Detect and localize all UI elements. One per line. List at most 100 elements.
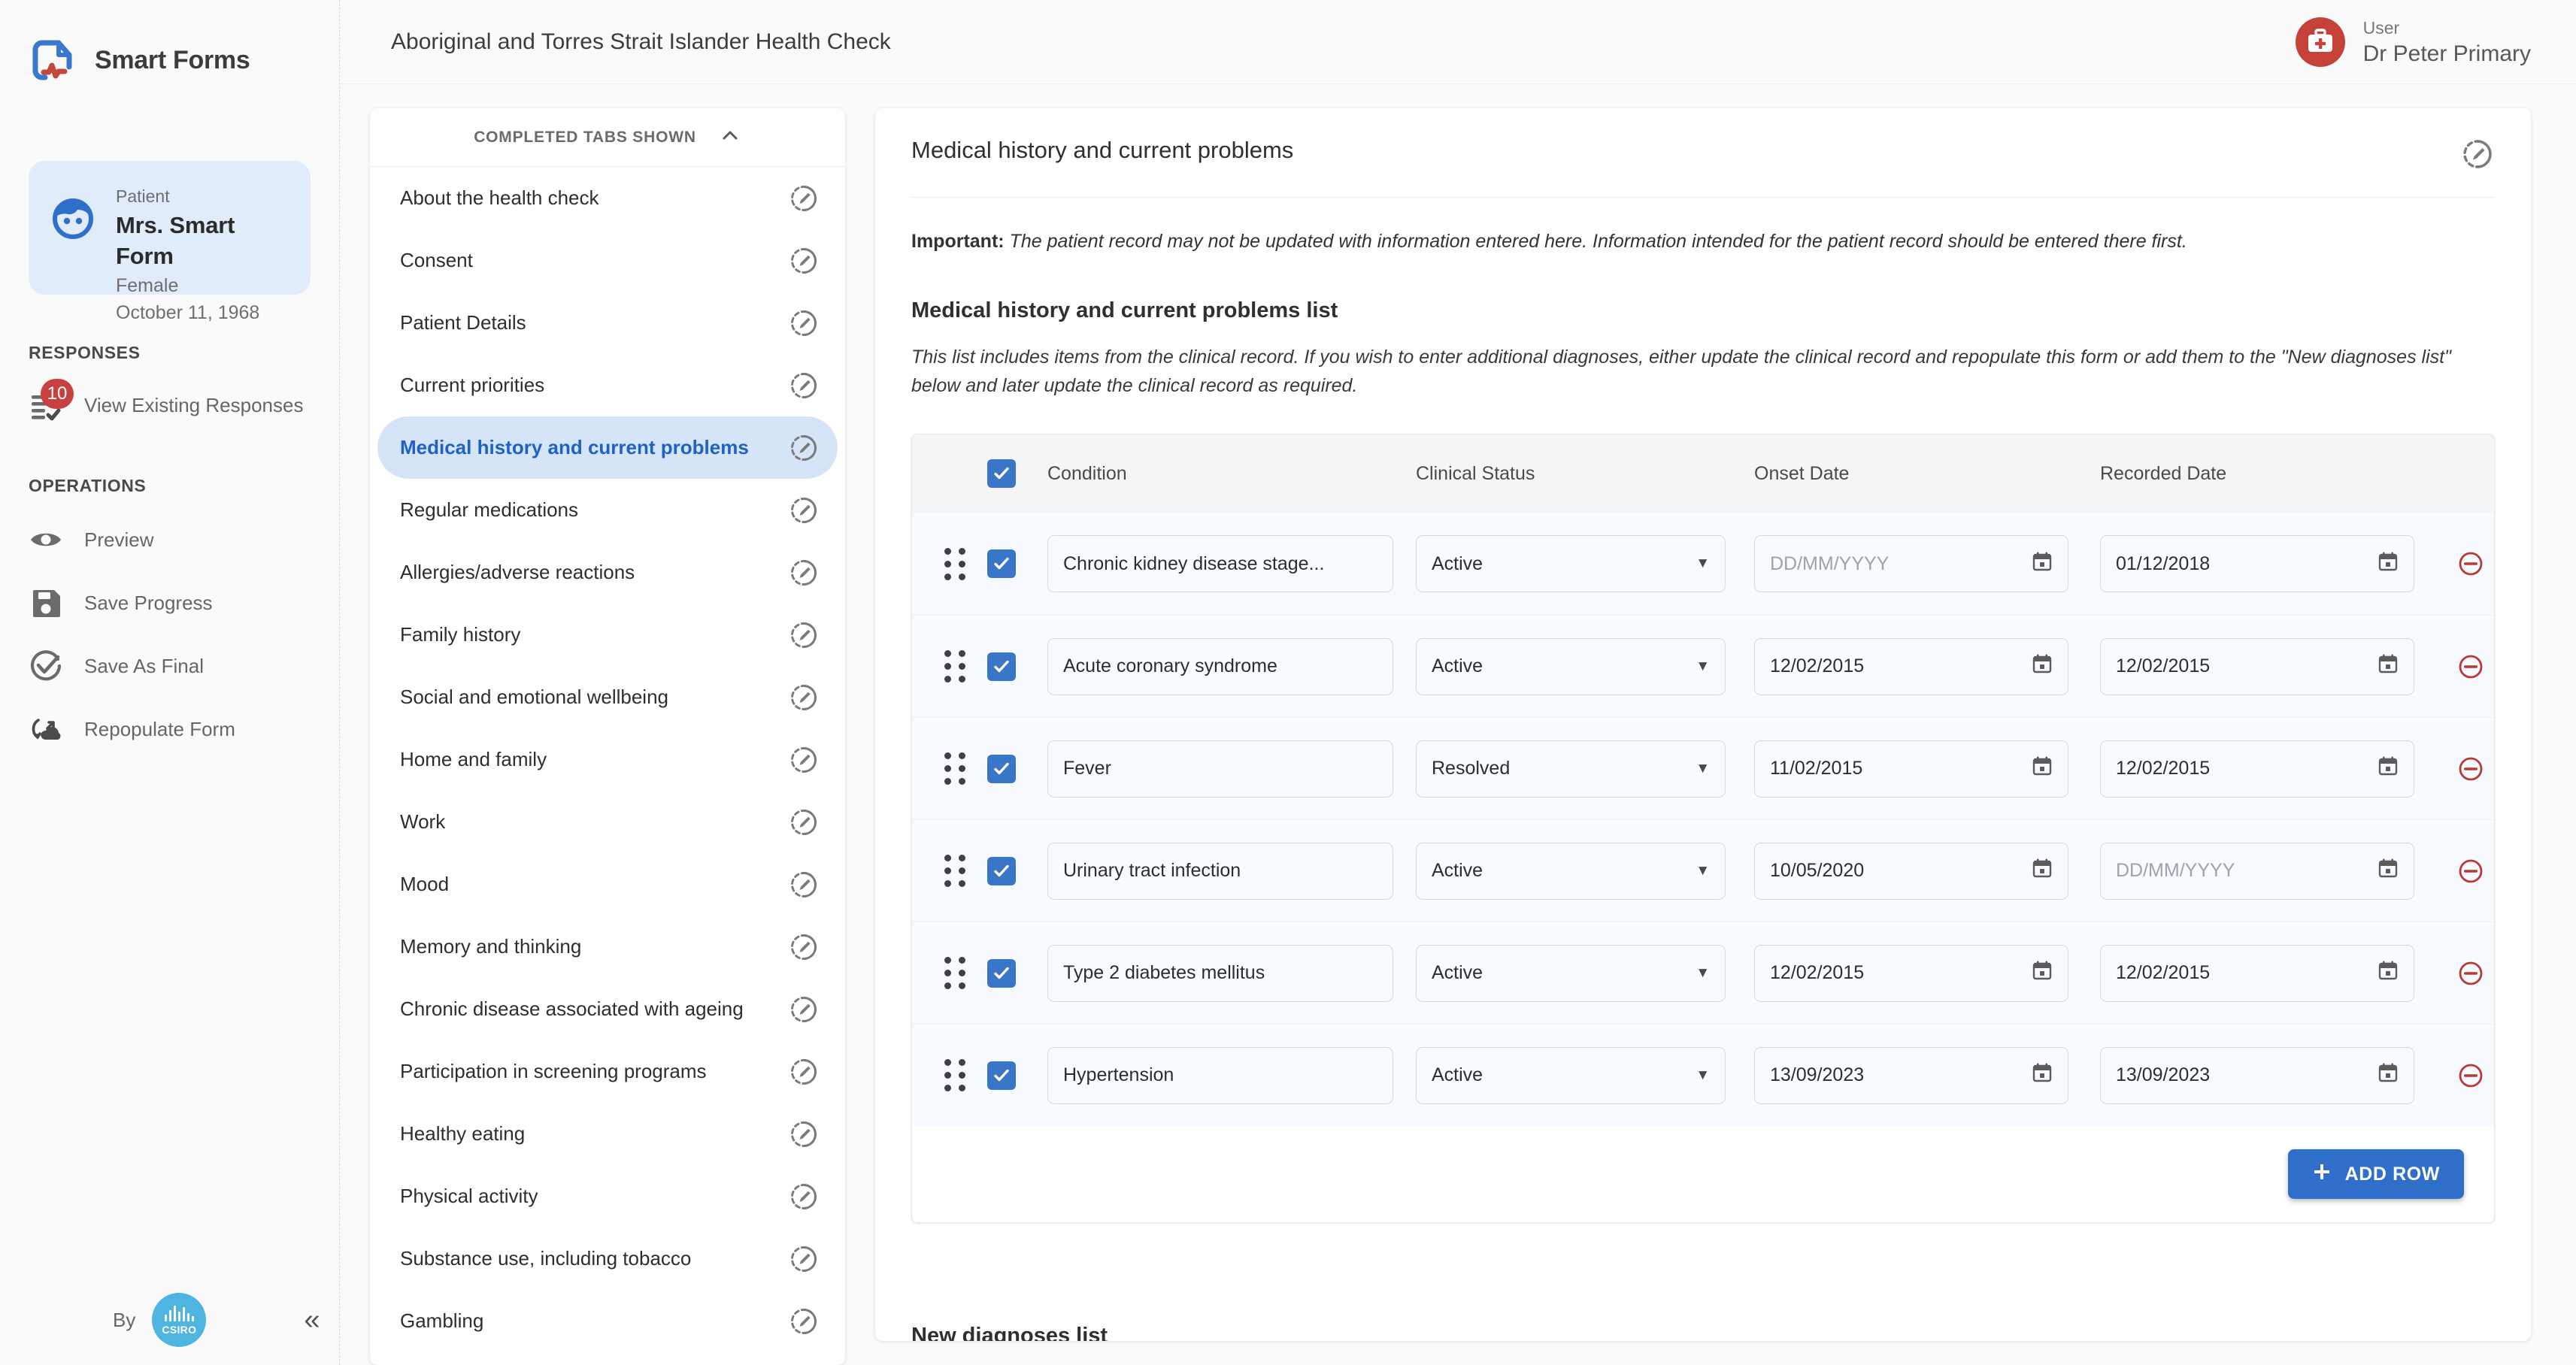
row-checkbox[interactable]	[978, 652, 1025, 681]
pencil-dashed-circle-icon[interactable]	[2460, 137, 2495, 171]
recorded-date-input[interactable]: DD/MM/YYYY	[2100, 842, 2414, 900]
condition-input[interactable]: Urinary tract infection	[1047, 842, 1393, 900]
sidebar-item-save-as-final[interactable]: Save As Final	[0, 634, 339, 698]
remove-row-button[interactable]	[2437, 549, 2494, 578]
onset-date-input[interactable]: DD/MM/YYYY	[1754, 535, 2068, 592]
tab-item[interactable]: Memory and thinking	[377, 916, 838, 978]
drag-handle-icon[interactable]	[932, 752, 978, 785]
tab-item[interactable]: Mood	[377, 853, 838, 916]
remove-row-button[interactable]	[2437, 857, 2494, 885]
row-checkbox[interactable]	[978, 1061, 1025, 1090]
calendar-icon[interactable]	[2032, 755, 2053, 782]
tab-item[interactable]: Social and emotional wellbeing	[377, 666, 838, 728]
onset-date-input[interactable]: 11/02/2015	[1754, 740, 2068, 798]
sidebar-item-view-existing-responses[interactable]: 10 View Existing Responses	[0, 374, 339, 437]
pencil-dashed-circle-icon[interactable]	[788, 619, 820, 651]
calendar-icon[interactable]	[2032, 858, 2053, 884]
double-chevron-left-icon[interactable]: «	[304, 1306, 320, 1334]
clinical-status-select[interactable]: Active ▼	[1416, 842, 1726, 900]
pencil-dashed-circle-icon[interactable]	[788, 994, 820, 1025]
clinical-status-select[interactable]: Active ▼	[1416, 1046, 1726, 1104]
tab-item[interactable]: Current priorities	[377, 354, 838, 416]
tab-item[interactable]: About the health check	[377, 167, 838, 229]
tab-item[interactable]: Participation in screening programs	[377, 1040, 838, 1103]
tab-item[interactable]: Chronic disease associated with ageing	[377, 978, 838, 1040]
tab-item[interactable]: Work	[377, 791, 838, 853]
calendar-icon[interactable]	[2377, 1062, 2399, 1088]
drag-handle-icon[interactable]	[932, 547, 978, 580]
add-row-button[interactable]: ADD ROW	[2287, 1149, 2464, 1199]
tab-item[interactable]: Gambling	[377, 1290, 838, 1352]
clinical-status-select[interactable]: Resolved ▼	[1416, 740, 1726, 798]
pencil-dashed-circle-icon[interactable]	[788, 370, 820, 401]
pencil-dashed-circle-icon[interactable]	[788, 1056, 820, 1088]
calendar-icon[interactable]	[2377, 551, 2399, 577]
pencil-dashed-circle-icon[interactable]	[788, 682, 820, 713]
sidebar-item-repopulate-form[interactable]: Repopulate Form	[0, 698, 339, 761]
pencil-dashed-circle-icon[interactable]	[788, 432, 820, 464]
tab-item[interactable]: Medical history and current problems	[377, 416, 838, 479]
user-menu[interactable]: User Dr Peter Primary	[2295, 16, 2531, 68]
brand[interactable]: Smart Forms	[0, 0, 339, 93]
remove-row-button[interactable]	[2437, 755, 2494, 783]
pencil-dashed-circle-icon[interactable]	[788, 869, 820, 900]
patient-card[interactable]: Patient Mrs. Smart Form Female October 1…	[29, 161, 311, 323]
recorded-date-input[interactable]: 12/02/2015	[2100, 740, 2414, 798]
tab-item[interactable]: Home and family	[377, 728, 838, 791]
condition-input[interactable]: Chronic kidney disease stage...	[1047, 535, 1393, 592]
pencil-dashed-circle-icon[interactable]	[788, 1118, 820, 1150]
pencil-dashed-circle-icon[interactable]	[788, 245, 820, 277]
condition-input[interactable]: Hypertension	[1047, 1046, 1393, 1104]
tab-item[interactable]: Family history	[377, 604, 838, 666]
tab-item[interactable]: Patient Details	[377, 292, 838, 354]
pencil-dashed-circle-icon[interactable]	[788, 807, 820, 838]
calendar-icon[interactable]	[2377, 653, 2399, 679]
row-checkbox[interactable]	[978, 856, 1025, 885]
select-all-checkbox[interactable]	[978, 459, 1025, 488]
row-checkbox[interactable]	[978, 958, 1025, 988]
condition-input[interactable]: Fever	[1047, 740, 1393, 798]
pencil-dashed-circle-icon[interactable]	[788, 744, 820, 776]
onset-date-input[interactable]: 12/02/2015	[1754, 637, 2068, 695]
onset-date-input[interactable]: 12/02/2015	[1754, 944, 2068, 1002]
drag-handle-icon[interactable]	[932, 650, 978, 682]
calendar-icon[interactable]	[2032, 653, 2053, 679]
tab-item[interactable]: Regular medications	[377, 479, 838, 541]
tab-item[interactable]: Consent	[377, 229, 838, 292]
remove-row-button[interactable]	[2437, 959, 2494, 988]
drag-handle-icon[interactable]	[932, 855, 978, 887]
recorded-date-input[interactable]: 12/02/2015	[2100, 637, 2414, 695]
pencil-dashed-circle-icon[interactable]	[788, 1181, 820, 1212]
tab-item[interactable]: Allergies/adverse reactions	[377, 541, 838, 604]
onset-date-input[interactable]: 10/05/2020	[1754, 842, 2068, 900]
recorded-date-input[interactable]: 01/12/2018	[2100, 535, 2414, 592]
calendar-icon[interactable]	[2032, 551, 2053, 577]
remove-row-button[interactable]	[2437, 1061, 2494, 1090]
calendar-icon[interactable]	[2377, 960, 2399, 986]
pencil-dashed-circle-icon[interactable]	[788, 557, 820, 589]
pencil-dashed-circle-icon[interactable]	[788, 931, 820, 963]
tab-item[interactable]: Healthy eating	[377, 1103, 838, 1165]
recorded-date-input[interactable]: 13/09/2023	[2100, 1046, 2414, 1104]
row-checkbox[interactable]	[978, 754, 1025, 783]
clinical-status-select[interactable]: Active ▼	[1416, 637, 1726, 695]
calendar-icon[interactable]	[2032, 1062, 2053, 1088]
onset-date-input[interactable]: 13/09/2023	[1754, 1046, 2068, 1104]
condition-input[interactable]: Type 2 diabetes mellitus	[1047, 944, 1393, 1002]
calendar-icon[interactable]	[2377, 755, 2399, 782]
calendar-icon[interactable]	[2032, 960, 2053, 986]
pencil-dashed-circle-icon[interactable]	[788, 183, 820, 214]
drag-handle-icon[interactable]	[932, 1059, 978, 1091]
condition-input[interactable]: Acute coronary syndrome	[1047, 637, 1393, 695]
completed-tabs-toggle[interactable]: COMPLETED TABS SHOWN	[370, 108, 845, 167]
sidebar-item-save-progress[interactable]: Save Progress	[0, 571, 339, 634]
recorded-date-input[interactable]: 12/02/2015	[2100, 944, 2414, 1002]
clinical-status-select[interactable]: Active ▼	[1416, 535, 1726, 592]
remove-row-button[interactable]	[2437, 652, 2494, 681]
calendar-icon[interactable]	[2377, 858, 2399, 884]
row-checkbox[interactable]	[978, 549, 1025, 578]
clinical-status-select[interactable]: Active ▼	[1416, 944, 1726, 1002]
pencil-dashed-circle-icon[interactable]	[788, 1243, 820, 1275]
tab-item[interactable]: Substance use, including tobacco	[377, 1227, 838, 1290]
pencil-dashed-circle-icon[interactable]	[788, 1306, 820, 1337]
